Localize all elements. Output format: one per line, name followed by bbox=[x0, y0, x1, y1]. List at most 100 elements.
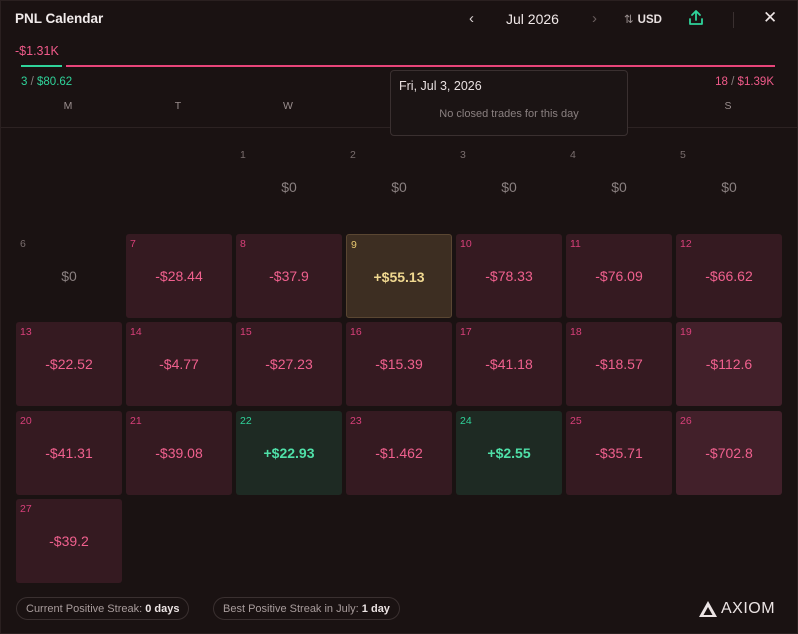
loss-separator: / bbox=[731, 76, 735, 88]
day-cell-8[interactable]: 8 -$37.9 bbox=[236, 233, 342, 318]
tooltip-date: Fri, Jul 3, 2026 bbox=[399, 79, 482, 93]
day-number: 14 bbox=[130, 326, 142, 338]
calendar-grid: 1 $0 2 $0 3 $0 4 $0 5 $0 6 $0 7 -$28.44 8 -$37.9 9 +$55.1… bbox=[16, 145, 782, 585]
pnl-calendar-window: PNL Calendar ‹ Jul 2026 › ⇅ USD ✕ -$1.31K… bbox=[0, 0, 798, 634]
day-pnl-value: -$112.6 bbox=[705, 356, 753, 372]
day-pnl-value: -$27.23 bbox=[265, 356, 313, 372]
weekday-wed: W bbox=[283, 100, 293, 112]
day-number: 8 bbox=[240, 237, 246, 250]
day-pnl-value: $0 bbox=[501, 179, 517, 195]
currency-toggle[interactable]: ⇅ USD bbox=[624, 12, 662, 26]
day-number: 5 bbox=[680, 149, 686, 161]
day-pnl-value: -$15.39 bbox=[375, 356, 423, 372]
day-pnl-value: +$22.93 bbox=[263, 444, 315, 461]
day-tooltip: Fri, Jul 3, 2026 No closed trades for th… bbox=[390, 70, 628, 136]
day-number: 11 bbox=[570, 237, 581, 250]
day-cell-3[interactable]: 3 $0 bbox=[456, 145, 562, 229]
day-cell-11[interactable]: 11 -$76.09 bbox=[566, 233, 672, 318]
day-cell-25[interactable]: 25 -$35.71 bbox=[566, 410, 672, 495]
win-loss-bar bbox=[21, 65, 775, 67]
day-cell-14[interactable]: 14 -$4.77 bbox=[126, 322, 232, 406]
day-number: 16 bbox=[350, 326, 362, 338]
day-pnl-value: -$41.18 bbox=[485, 356, 533, 372]
day-number: 4 bbox=[570, 149, 576, 161]
day-pnl-value: -$4.77 bbox=[159, 356, 199, 372]
brand-name: AXIOM bbox=[721, 600, 776, 617]
next-month-button[interactable]: › bbox=[592, 10, 597, 27]
day-cell-1[interactable]: 1 $0 bbox=[236, 145, 342, 229]
weekday-mon: M bbox=[63, 100, 73, 112]
day-pnl-value: -$39.08 bbox=[155, 444, 203, 461]
day-number: 26 bbox=[680, 414, 692, 427]
swap-icon: ⇅ bbox=[624, 14, 634, 26]
day-cell-19[interactable]: 19 -$112.6 bbox=[676, 322, 782, 406]
day-number: 21 bbox=[130, 414, 142, 427]
day-cell-23[interactable]: 23 -$1.462 bbox=[346, 410, 452, 495]
share-button[interactable] bbox=[687, 8, 705, 28]
day-cell-22[interactable]: 22 +$22.93 bbox=[236, 410, 342, 495]
best-streak-badge: Best Positive Streak in July: 1 day bbox=[213, 597, 400, 620]
day-pnl-value: -$28.44 bbox=[155, 267, 203, 284]
day-cell-21[interactable]: 21 -$39.08 bbox=[126, 410, 232, 495]
day-number: 1 bbox=[240, 149, 246, 161]
day-cell-7[interactable]: 7 -$28.44 bbox=[126, 233, 232, 318]
day-cell-20[interactable]: 20 -$41.31 bbox=[16, 410, 122, 495]
day-pnl-value: -$39.2 bbox=[49, 533, 89, 549]
header: PNL Calendar ‹ Jul 2026 › ⇅ USD ✕ bbox=[15, 8, 783, 29]
day-cell-2[interactable]: 2 $0 bbox=[346, 145, 452, 229]
day-cell-24[interactable]: 24 +$2.55 bbox=[456, 410, 562, 495]
close-button[interactable]: ✕ bbox=[763, 8, 777, 28]
header-divider bbox=[733, 12, 734, 28]
best-streak-label: Best Positive Streak in July: bbox=[223, 603, 359, 615]
win-amount: $80.62 bbox=[37, 76, 73, 88]
current-streak-badge: Current Positive Streak: 0 days bbox=[16, 597, 190, 620]
current-streak-label: Current Positive Streak: bbox=[26, 603, 143, 615]
day-number: 20 bbox=[20, 414, 32, 427]
loss-amount: $1.39K bbox=[737, 76, 774, 88]
day-cell-15[interactable]: 15 -$27.23 bbox=[236, 322, 342, 406]
day-number: 22 bbox=[240, 414, 252, 427]
win-separator: / bbox=[30, 76, 34, 88]
day-number: 6 bbox=[20, 237, 26, 250]
day-pnl-value: +$2.55 bbox=[487, 444, 531, 461]
day-pnl-value: -$37.9 bbox=[269, 267, 309, 284]
total-pnl: -$1.31K bbox=[15, 44, 59, 58]
day-cell-18[interactable]: 18 -$18.57 bbox=[566, 322, 672, 406]
day-cell-26[interactable]: 26 -$702.8 bbox=[676, 410, 782, 495]
day-cell-9[interactable]: 9 +$55.13 bbox=[346, 233, 452, 318]
day-cell-13[interactable]: 13 -$22.52 bbox=[16, 322, 122, 406]
day-cell-5[interactable]: 5 $0 bbox=[676, 145, 782, 229]
day-pnl-value: +$55.13 bbox=[373, 268, 425, 285]
day-cell-10[interactable]: 10 -$78.33 bbox=[456, 233, 562, 318]
day-number: 2 bbox=[350, 149, 356, 161]
day-cell-4[interactable]: 4 $0 bbox=[566, 145, 672, 229]
prev-month-button[interactable]: ‹ bbox=[469, 10, 474, 27]
day-number: 19 bbox=[680, 326, 692, 338]
day-number: 27 bbox=[20, 503, 32, 515]
day-pnl-value: $0 bbox=[611, 179, 627, 195]
share-icon bbox=[689, 10, 703, 25]
day-pnl-value: -$18.57 bbox=[595, 356, 643, 372]
day-pnl-value: -$1.462 bbox=[375, 444, 423, 461]
day-number: 25 bbox=[570, 414, 582, 427]
day-pnl-value: -$66.62 bbox=[705, 267, 753, 284]
day-cell-6[interactable]: 6 $0 bbox=[16, 234, 122, 318]
day-cell-17[interactable]: 17 -$41.18 bbox=[456, 322, 562, 406]
day-pnl-value: -$41.31 bbox=[45, 444, 93, 461]
page-title: PNL Calendar bbox=[15, 11, 104, 26]
day-pnl-value: $0 bbox=[281, 179, 297, 195]
day-cell-16[interactable]: 16 -$15.39 bbox=[346, 322, 452, 406]
day-cell-12[interactable]: 12 -$66.62 bbox=[676, 233, 782, 318]
day-pnl-value: $0 bbox=[391, 179, 407, 195]
day-cell-27[interactable]: 27 -$39.2 bbox=[16, 499, 122, 583]
day-number: 18 bbox=[570, 326, 582, 338]
axiom-logo-icon bbox=[699, 601, 717, 617]
day-number: 17 bbox=[460, 326, 472, 338]
day-number: 7 bbox=[130, 237, 136, 250]
day-number: 15 bbox=[240, 326, 252, 338]
best-streak-value: 1 day bbox=[361, 603, 390, 615]
day-number: 23 bbox=[350, 414, 362, 427]
month-label: Jul 2026 bbox=[506, 11, 559, 27]
day-number: 9 bbox=[351, 238, 357, 251]
day-number: 13 bbox=[20, 326, 32, 338]
